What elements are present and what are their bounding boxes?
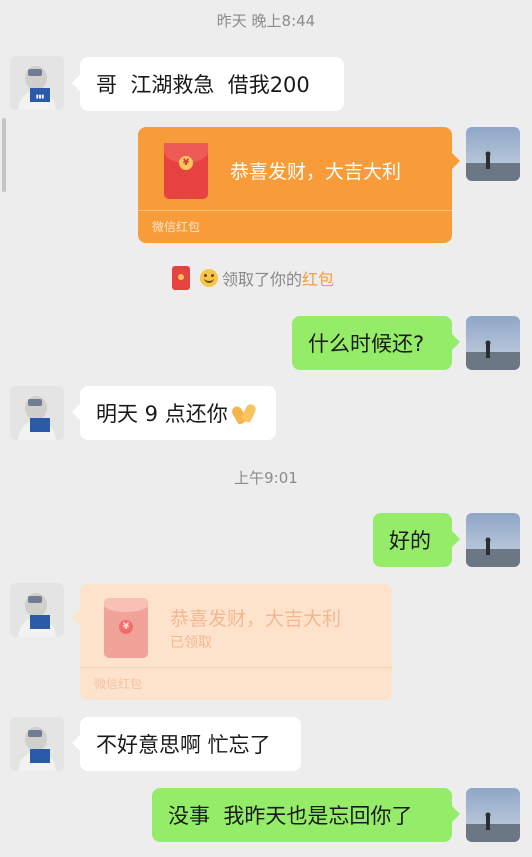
red-envelope-icon: ¥	[164, 143, 208, 199]
red-packet-sent[interactable]: ¥ 恭喜发财，大吉大利 微信红包	[138, 127, 460, 243]
notice-link[interactable]: 红包	[302, 266, 334, 290]
message-text: 哥 江湖救急 借我200	[96, 73, 310, 97]
red-packet-footer: 微信红包	[138, 210, 452, 243]
my-avatar[interactable]	[466, 127, 520, 181]
clap-emoji-icon	[229, 402, 258, 426]
message-text: 什么时候还?	[308, 332, 425, 356]
my-avatar[interactable]	[466, 513, 520, 567]
red-packet-status: 已领取	[170, 635, 212, 651]
message-bubble[interactable]: 哥 江湖救急 借我200	[72, 57, 344, 111]
opened-red-envelope-icon: ¥	[104, 598, 148, 658]
contact-avatar[interactable]	[10, 386, 64, 440]
red-packet-title: 恭喜发财，大吉大利	[230, 161, 402, 183]
message-text: 没事 我昨天也是忘回你了	[168, 804, 413, 828]
message-text: 不好意思啊 忙忘了	[96, 733, 271, 757]
message-bubble[interactable]: 没事 我昨天也是忘回你了	[152, 788, 460, 842]
my-avatar[interactable]	[466, 316, 520, 370]
contact-avatar[interactable]	[10, 583, 64, 637]
red-packet-notice: 领取了你的 红包	[172, 266, 334, 290]
message-text: 明天 9 点还你	[96, 402, 228, 426]
message-bubble[interactable]: 明天 9 点还你	[72, 386, 276, 440]
timestamp: 昨天 晚上8:44	[216, 12, 316, 30]
message-bubble[interactable]: 好的	[373, 513, 460, 567]
message-bubble[interactable]: 什么时候还?	[292, 316, 460, 370]
red-packet-footer: 微信红包	[80, 667, 392, 700]
my-avatar[interactable]	[466, 788, 520, 842]
red-packet-title: 恭喜发财，大吉大利	[170, 608, 342, 630]
timestamp: 上午9:01	[234, 469, 298, 487]
red-envelope-icon	[172, 266, 190, 290]
contact-avatar[interactable]	[10, 717, 64, 771]
scrollbar[interactable]	[2, 118, 6, 192]
message-bubble[interactable]: 不好意思啊 忙忘了	[72, 717, 301, 771]
contact-avatar[interactable]: ▮▮▮	[10, 56, 64, 110]
notice-text: 领取了你的	[222, 270, 303, 289]
red-packet-received[interactable]: ¥ 恭喜发财，大吉大利 已领取 微信红包	[72, 584, 392, 700]
message-text: 好的	[389, 529, 431, 553]
svg-text:▮▮▮: ▮▮▮	[36, 94, 45, 100]
smile-emoji-icon	[200, 269, 218, 287]
